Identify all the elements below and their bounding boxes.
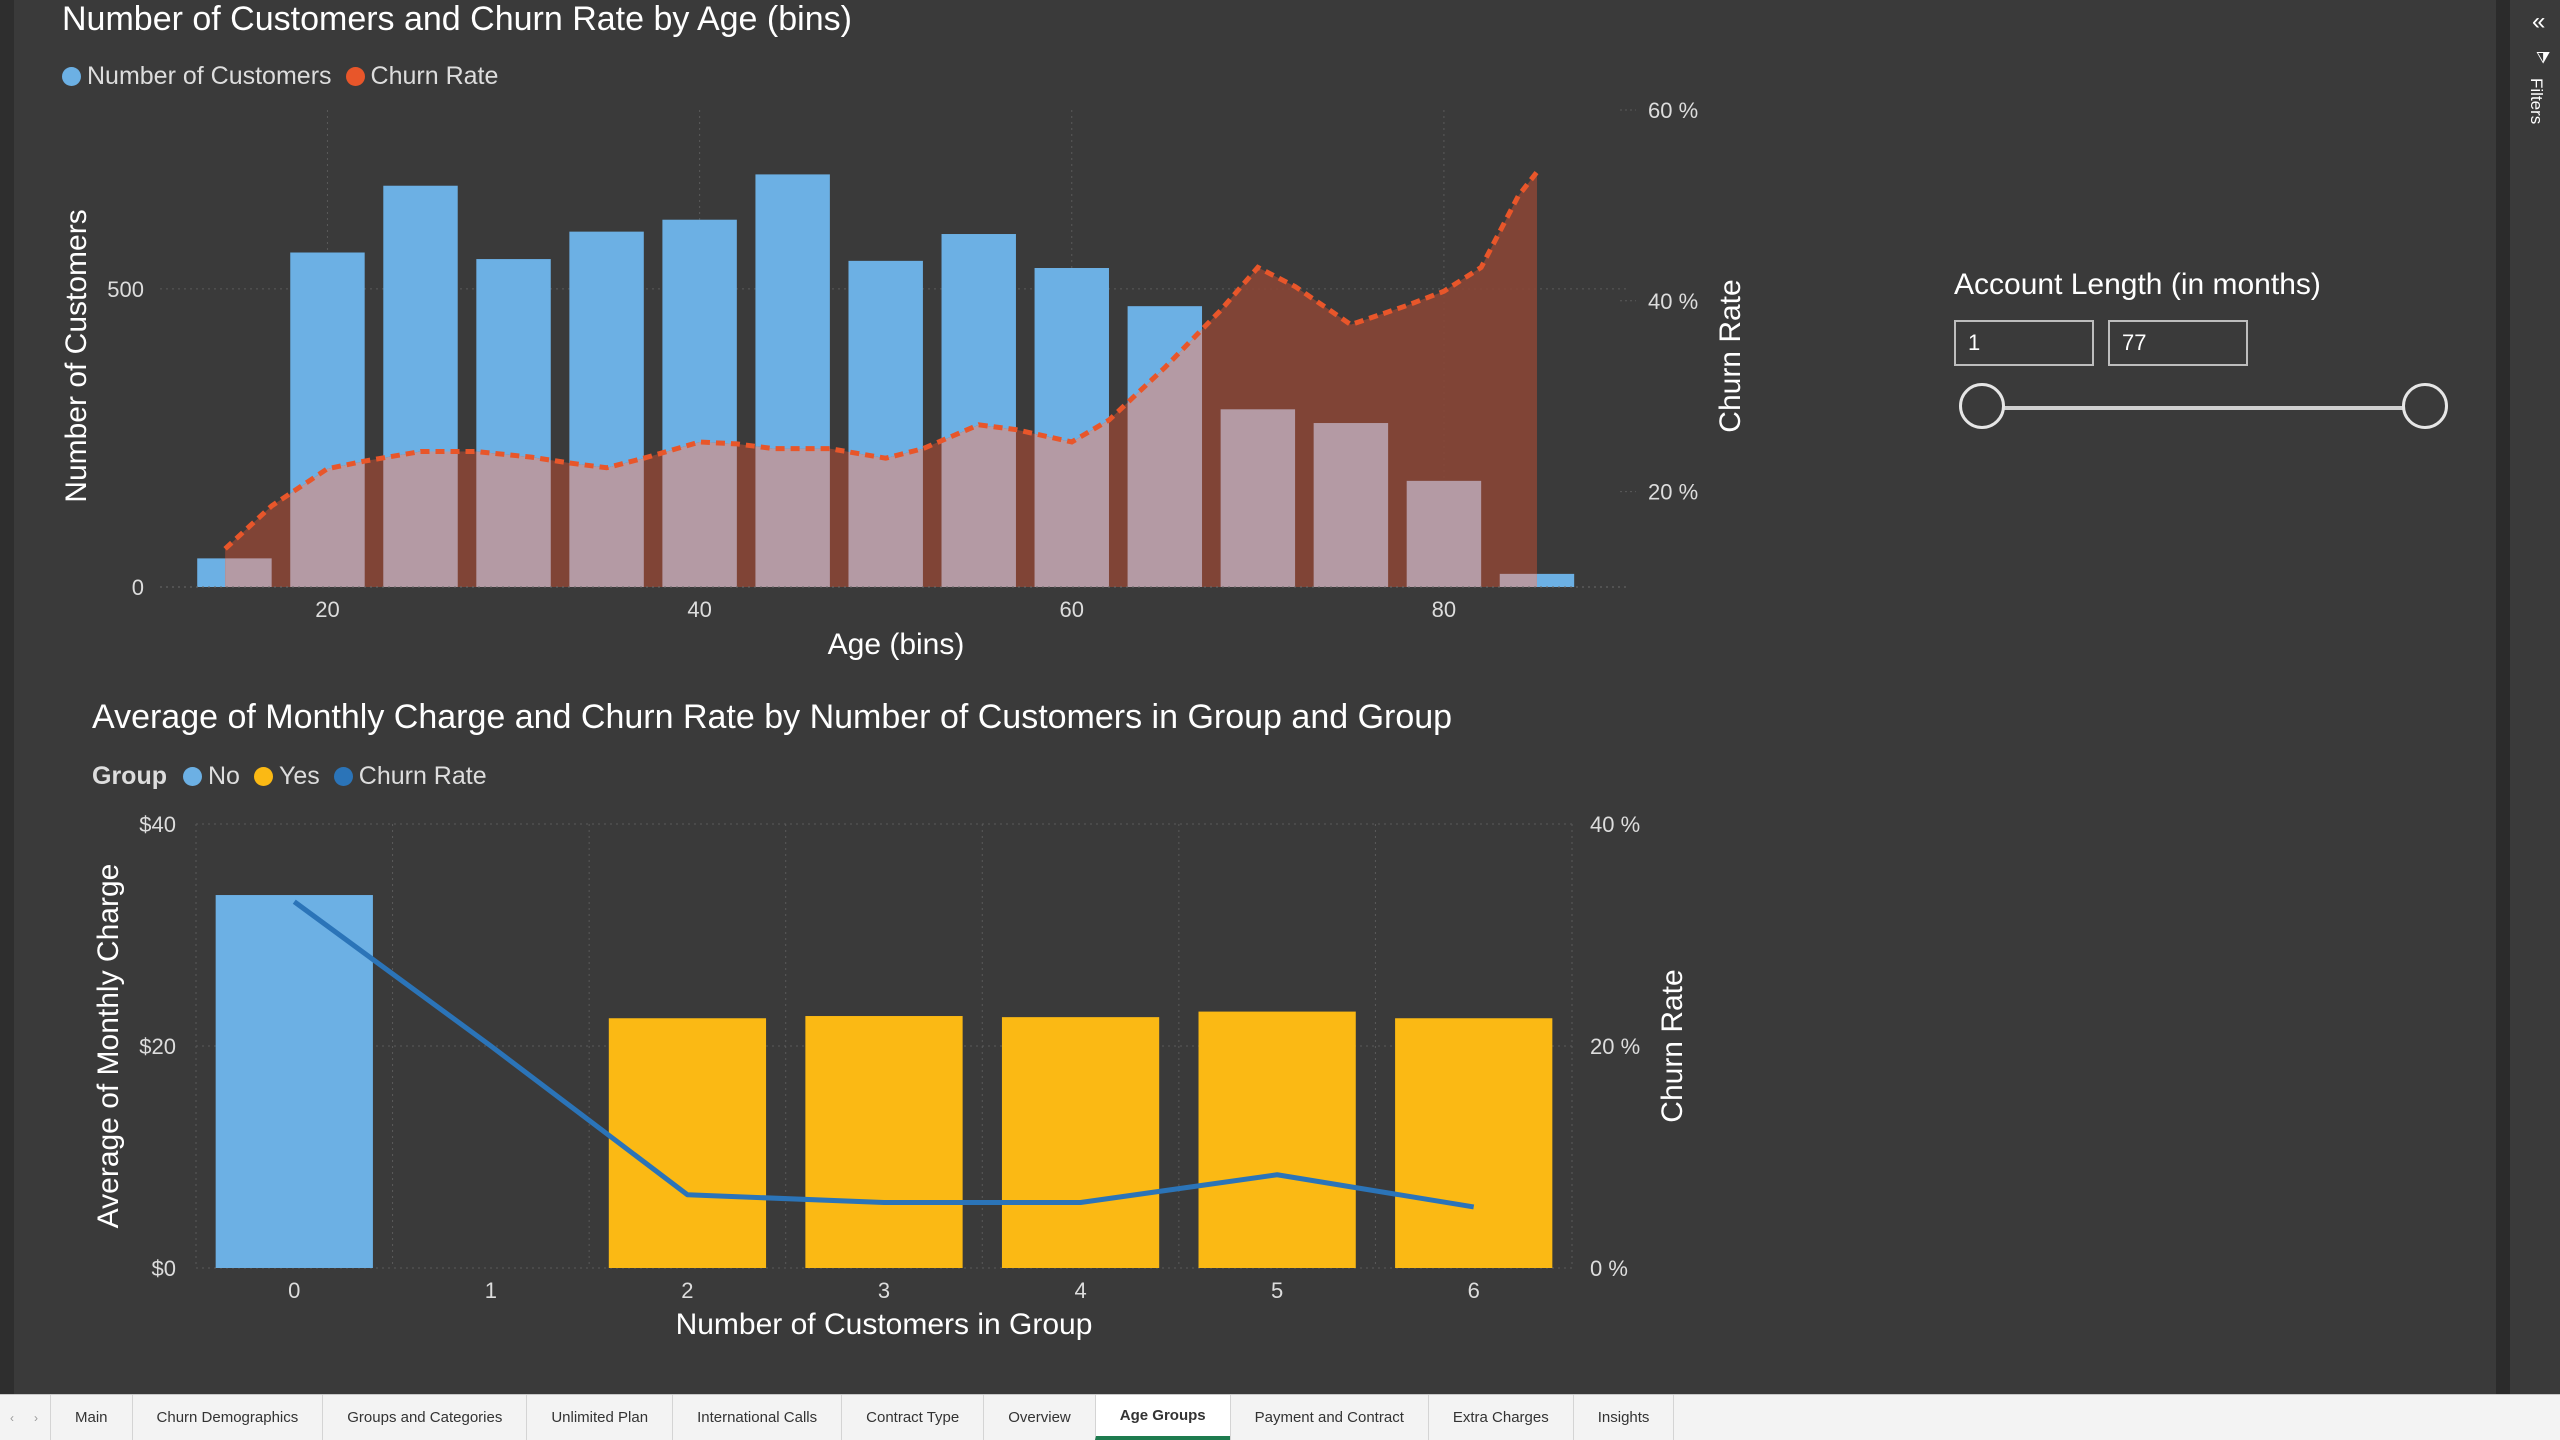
- tab-scroll-arrows: ‹ ›: [0, 1395, 48, 1440]
- slider-min-handle[interactable]: [1959, 383, 2005, 429]
- x-tick-label: 60: [1060, 597, 1084, 622]
- tab-main[interactable]: Main: [50, 1395, 132, 1440]
- y-tick-label: 500: [107, 277, 144, 302]
- y2-tick-label: 20 %: [1648, 480, 1698, 505]
- x-tick-label: 2: [681, 1278, 693, 1303]
- bar: [1395, 1018, 1553, 1268]
- x-tick-label: 6: [1468, 1278, 1480, 1303]
- chevron-right-icon[interactable]: ›: [34, 1411, 38, 1425]
- y-tick-label: $40: [139, 812, 176, 837]
- y2-tick-label: 40 %: [1648, 289, 1698, 314]
- y2-tick-label: 0 %: [1590, 1256, 1628, 1281]
- x-axis-title: Age (bins): [828, 628, 965, 661]
- tab-contract-type[interactable]: Contract Type: [841, 1395, 984, 1440]
- legend-dot-icon: [253, 767, 273, 786]
- bar-overlap: [1220, 409, 1296, 587]
- bar: [805, 1016, 963, 1268]
- x-tick-label: 20: [315, 597, 339, 622]
- y2-axis-title: Churn Rate: [1656, 969, 1689, 1122]
- group-chart-plot[interactable]: 0 1 2 3 4 5 6 $0 $20 $40 0 % 20 % 40 % Number of Cust…: [0, 790, 1800, 1350]
- tab-insights[interactable]: Insights: [1572, 1395, 1675, 1440]
- x-axis-title: Number of Customers in Group: [676, 1308, 1093, 1341]
- legend-dot-icon: [333, 767, 353, 786]
- page-tab-bar: ‹ › Main Churn Demographics Groups and C…: [0, 1394, 2560, 1440]
- x-tick-label: 0: [288, 1278, 300, 1303]
- x-tick-label: 1: [485, 1278, 497, 1303]
- x-tick-label: 5: [1271, 1278, 1283, 1303]
- y2-tick-label: 60 %: [1648, 98, 1698, 123]
- y-axis-title: Average of Monthly Charge: [92, 864, 125, 1229]
- bar: [215, 895, 373, 1268]
- legend-label: Churn Rate: [358, 762, 487, 790]
- filters-pane[interactable]: « ⧩ Filters: [2510, 0, 2560, 1394]
- slider-max-handle[interactable]: [2402, 383, 2448, 429]
- x-tick-label: 4: [1074, 1278, 1086, 1303]
- legend-label: Yes: [278, 762, 320, 790]
- x-tick-label: 3: [878, 1278, 890, 1303]
- bar-overlap: [1406, 480, 1482, 587]
- bar: [608, 1018, 767, 1268]
- tab-groups-and-categories[interactable]: Groups and Categories: [322, 1395, 527, 1440]
- legend-title: Group: [92, 762, 167, 790]
- age-chart-plot[interactable]: 20 40 60 80 0 500 20 % 40 % 60 % Age (bins) Number…: [0, 0, 1800, 680]
- tab-payment-and-contract[interactable]: Payment and Contract: [1229, 1395, 1428, 1440]
- slicer-title: Account Length (in months): [1954, 268, 2321, 301]
- y2-tick-label: 40 %: [1590, 812, 1640, 837]
- chevron-left-icon[interactable]: ‹: [10, 1411, 14, 1425]
- funnel-icon: ⧩: [2536, 50, 2551, 67]
- x-tick-label: 80: [1432, 597, 1456, 622]
- x-tick-label: 40: [687, 597, 711, 622]
- legend-item-no[interactable]: No: [183, 762, 240, 791]
- y2-axis-title: Churn Rate: [1714, 279, 1747, 432]
- page-tabs: Main Churn Demographics Groups and Categ…: [50, 1395, 1675, 1440]
- tab-international-calls[interactable]: International Calls: [672, 1395, 842, 1440]
- y-tick-label: $20: [139, 1034, 176, 1059]
- filters-label[interactable]: Filters: [2526, 78, 2546, 124]
- y2-tick-label: 20 %: [1590, 1034, 1640, 1059]
- legend-item-churn-rate[interactable]: Churn Rate: [333, 762, 487, 791]
- legend-dot-icon: [183, 767, 202, 786]
- slider-track[interactable]: [1983, 406, 2426, 410]
- tab-unlimited-plan[interactable]: Unlimited Plan: [526, 1395, 673, 1440]
- y-tick-label: $0: [152, 1256, 176, 1281]
- group-chart-legend[interactable]: Group No Yes Churn Rate: [92, 762, 501, 791]
- tab-extra-charges[interactable]: Extra Charges: [1427, 1395, 1573, 1440]
- report-canvas: Number of Customers and Churn Rate by Ag…: [0, 0, 2496, 1394]
- bar: [1198, 1011, 1356, 1268]
- legend-item-yes[interactable]: Yes: [253, 762, 320, 791]
- bar: [1001, 1017, 1160, 1268]
- legend-label: No: [208, 762, 240, 790]
- tab-age-groups[interactable]: Age Groups: [1094, 1395, 1230, 1440]
- bar-overlap: [1313, 423, 1389, 587]
- slicer-max-input[interactable]: [2108, 320, 2248, 366]
- tab-overview[interactable]: Overview: [983, 1395, 1095, 1440]
- group-chart-title: Average of Monthly Charge and Churn Rate…: [92, 698, 1453, 736]
- y-axis-title: Number of Customers: [60, 209, 93, 502]
- slicer-min-input[interactable]: [1954, 320, 2094, 366]
- y-tick-label: 0: [132, 575, 144, 600]
- tab-churn-demographics[interactable]: Churn Demographics: [131, 1395, 323, 1440]
- double-chevron-left-icon[interactable]: «: [2532, 10, 2545, 34]
